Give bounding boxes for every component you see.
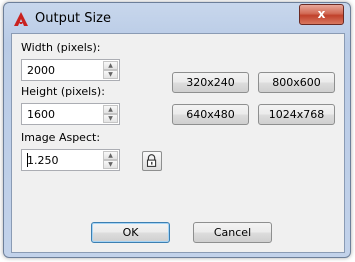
aspect-label: Image Aspect: [21,131,101,144]
title-bar[interactable]: Output Size x [4,3,350,33]
preset-800x600-button[interactable]: 800x600 [258,72,335,93]
aspect-spinner: ▲ ▼ [103,151,118,169]
width-input[interactable]: 2000 [27,64,55,77]
dialog-title: Output Size [35,11,111,26]
height-spinner: ▲ ▼ [103,105,118,123]
preset-640x480-button[interactable]: 640x480 [172,104,249,125]
spin-up-arrow-icon[interactable]: ▲ [103,61,118,70]
spin-down-arrow-icon[interactable]: ▼ [103,70,118,79]
dialog-body: Width (pixels): 2000 ▲ ▼ Height (pixels)… [11,33,345,253]
spin-down-arrow-icon[interactable]: ▼ [103,160,118,169]
spin-down-arrow-icon[interactable]: ▼ [103,114,118,123]
height-spinbox[interactable]: 1600 ▲ ▼ [21,103,120,125]
aspect-input[interactable]: 1.250 [27,154,59,167]
output-size-dialog: Output Size x Width (pixels): 2000 ▲ ▼ H… [3,2,351,258]
autocad-red-a-icon [14,12,28,26]
spin-up-arrow-icon[interactable]: ▲ [103,105,118,114]
preset-320x240-button[interactable]: 320x240 [172,72,249,93]
width-label: Width (pixels): [21,41,101,54]
preset-1024x768-button[interactable]: 1024x768 [258,104,335,125]
ok-button[interactable]: OK [91,222,170,243]
cancel-button[interactable]: Cancel [193,222,272,243]
aspect-lock-button[interactable] [142,151,162,171]
height-input[interactable]: 1600 [27,108,55,121]
width-spinner: ▲ ▼ [103,61,118,79]
aspect-spinbox[interactable]: 1.250 ▲ ▼ [21,149,120,171]
close-icon: x [317,7,326,21]
lock-icon [146,154,157,167]
height-label: Height (pixels): [21,85,105,98]
close-button[interactable]: x [299,4,344,25]
width-spinbox[interactable]: 2000 ▲ ▼ [21,59,120,81]
spin-up-arrow-icon[interactable]: ▲ [103,151,118,160]
